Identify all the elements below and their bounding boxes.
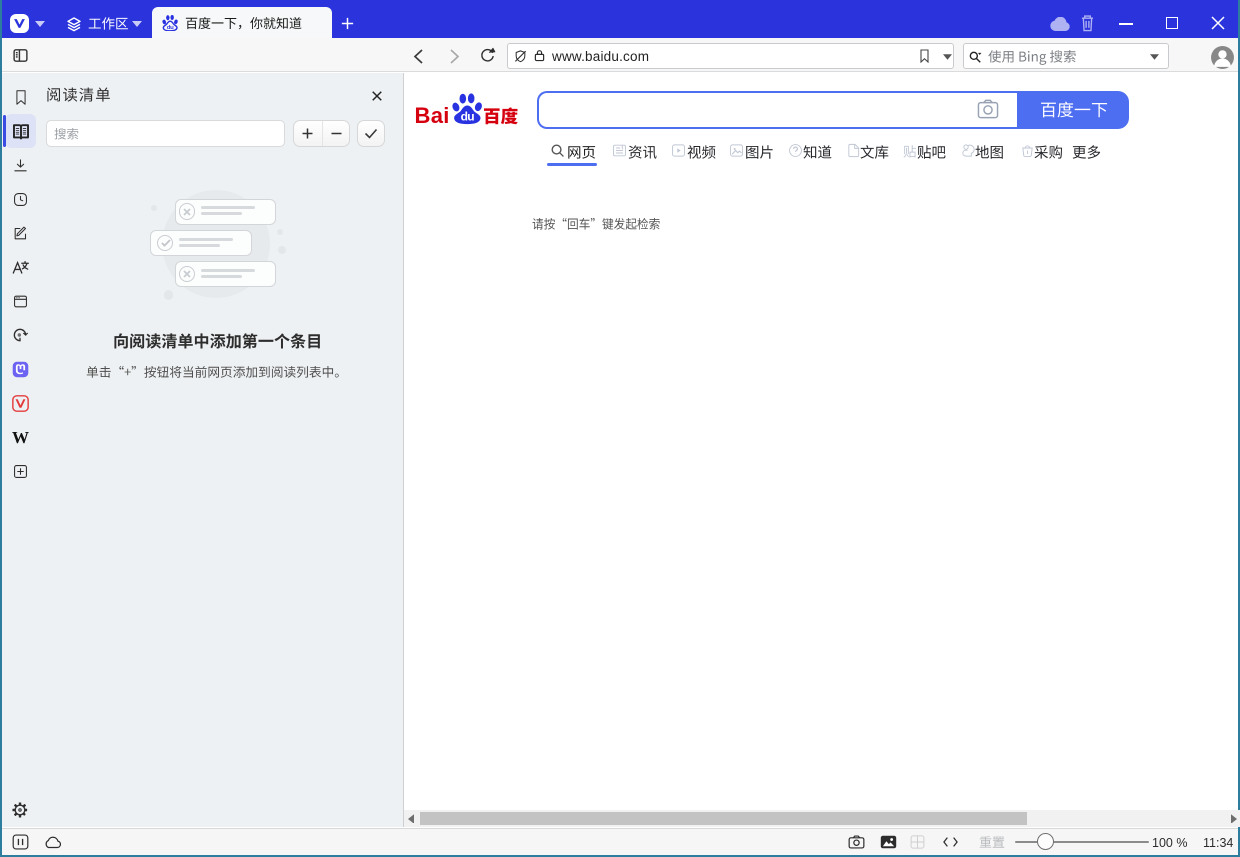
svg-text:du: du xyxy=(460,109,474,123)
svg-text:du: du xyxy=(167,25,174,31)
